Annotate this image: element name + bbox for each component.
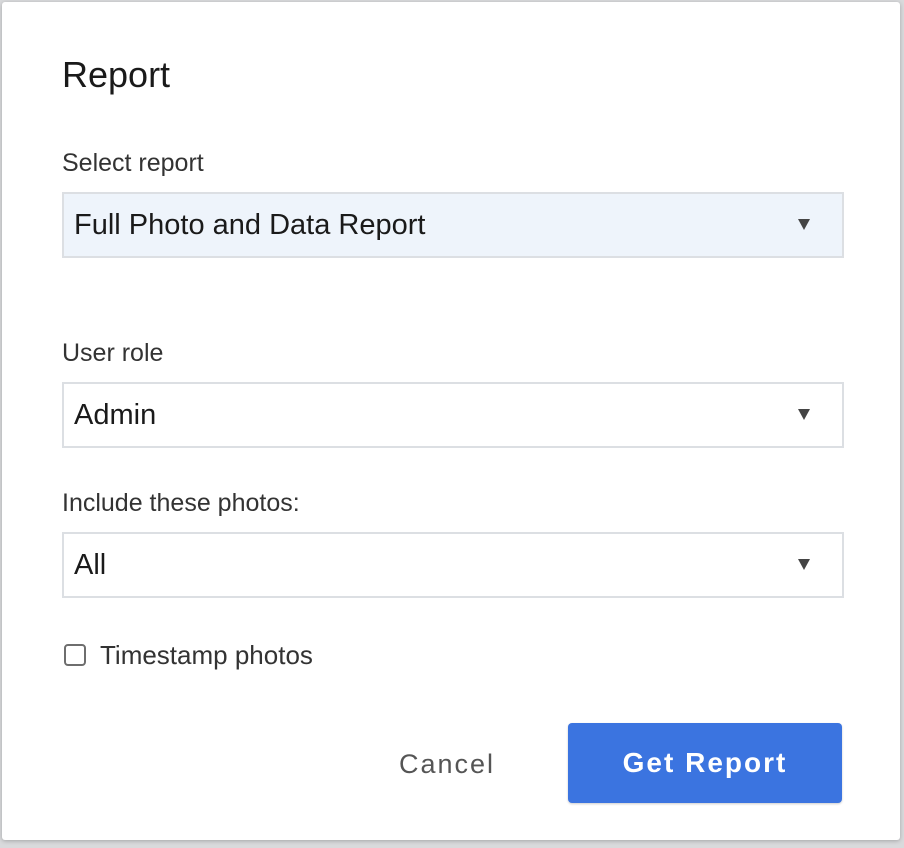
user-role-label: User role xyxy=(62,339,164,367)
timestamp-photos-label: Timestamp photos xyxy=(100,640,313,670)
caret-down-icon xyxy=(798,409,810,420)
select-report-dropdown[interactable]: Full Photo and Data Report xyxy=(62,192,844,258)
user-role-value: Admin xyxy=(74,399,157,431)
dialog-title: Report xyxy=(62,54,171,95)
get-report-button[interactable]: Get Report xyxy=(568,723,842,803)
caret-down-icon xyxy=(798,219,810,230)
select-report-label: Select report xyxy=(62,149,204,177)
user-role-dropdown[interactable]: Admin xyxy=(62,382,844,448)
include-photos-label: Include these photos: xyxy=(62,489,300,517)
caret-down-icon xyxy=(798,559,810,570)
include-photos-dropdown[interactable]: All xyxy=(62,532,844,598)
report-dialog: Report Select report Full Photo and Data… xyxy=(2,2,900,840)
timestamp-photos-checkbox[interactable] xyxy=(64,644,86,666)
select-report-value: Full Photo and Data Report xyxy=(74,209,426,241)
include-photos-value: All xyxy=(74,549,107,581)
cancel-button[interactable]: Cancel xyxy=(372,724,522,804)
